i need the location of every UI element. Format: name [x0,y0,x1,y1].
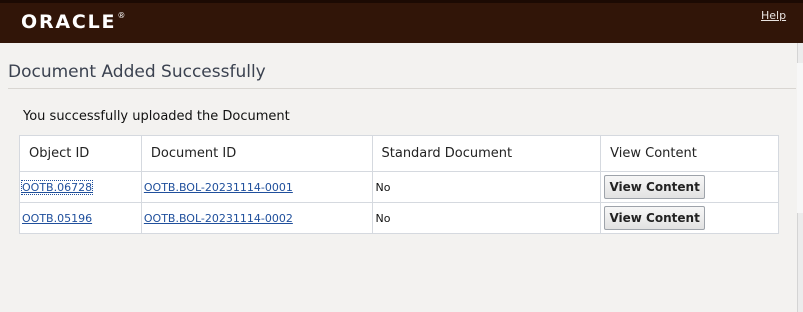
view-content-cell: View Content [600,202,779,234]
oracle-logo: ORACLE® [21,11,126,33]
table-row: OOTB.05196 OOTB.BOL-20231114-0002 No Vie… [19,202,779,234]
results-table: Object ID Document ID Standard Document … [19,135,779,234]
page-title: Document Added Successfully [8,62,266,82]
scrollbar-thumb[interactable] [797,63,803,213]
vertical-scrollbar[interactable] [797,43,803,312]
view-content-button[interactable]: View Content [604,206,706,230]
object-id-link[interactable]: OOTB.05196 [22,212,92,225]
header-top-border [0,0,803,3]
document-id-cell: OOTB.BOL-20231114-0002 [140,202,373,234]
title-divider [8,88,796,89]
column-header-standard-document: Standard Document [371,135,602,172]
object-id-cell: OOTB.06728 [19,171,142,203]
table-header-row: Object ID Document ID Standard Document … [19,135,779,172]
document-id-cell: OOTB.BOL-20231114-0001 [140,171,373,203]
column-header-object-id: Object ID [19,135,142,172]
view-content-button[interactable]: View Content [604,175,706,199]
help-link[interactable]: Help [761,9,786,22]
success-message: You successfully uploaded the Document [23,109,290,124]
document-id-link[interactable]: OOTB.BOL-20231114-0001 [144,181,293,194]
standard-document-cell: No [371,171,602,203]
column-header-view-content: View Content [600,135,779,172]
object-id-cell: OOTB.05196 [19,202,142,234]
object-id-link[interactable]: OOTB.06728 [20,179,94,195]
table-row: OOTB.06728 OOTB.BOL-20231114-0001 No Vie… [19,171,779,203]
column-header-document-id: Document ID [140,135,373,172]
view-content-cell: View Content [600,171,779,203]
document-id-link[interactable]: OOTB.BOL-20231114-0002 [144,212,293,225]
app-header: ORACLE® Help [0,0,803,43]
standard-document-cell: No [371,202,602,234]
